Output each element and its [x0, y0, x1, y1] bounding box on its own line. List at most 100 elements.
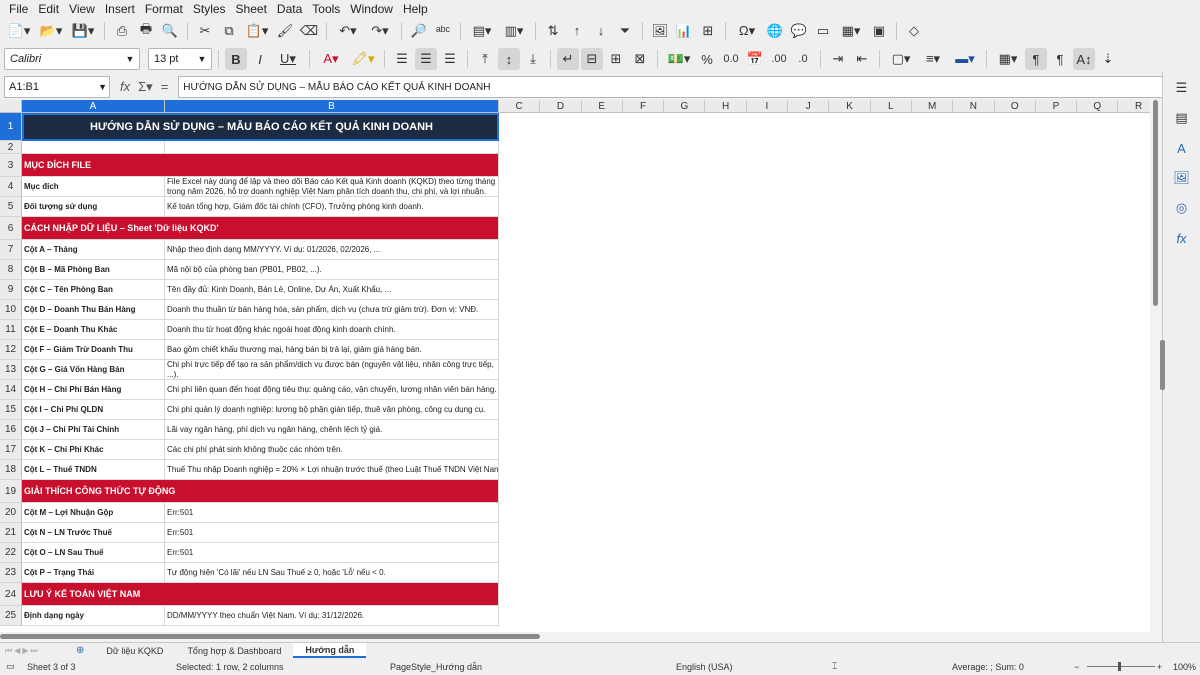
currency-format-icon[interactable]: 💵▾ — [664, 48, 694, 70]
cell-a[interactable]: Cột F – Giảm Trừ Doanh Thu — [22, 340, 165, 360]
cell-a[interactable]: Cột P – Trạng Thái — [22, 563, 165, 583]
align-vcenter-icon[interactable]: ↕ — [498, 48, 520, 70]
chevron-down-icon[interactable]: ▼ — [98, 82, 107, 92]
cell-a[interactable]: Mục đích — [22, 177, 165, 197]
column-header-a[interactable]: A — [22, 100, 165, 113]
cut-icon[interactable]: ✂ — [194, 20, 216, 42]
cell-b[interactable]: Chi phí liên quan đến hoạt động tiêu thụ… — [165, 380, 499, 400]
row-header[interactable]: 6 — [0, 217, 22, 240]
empty-cells[interactable] — [499, 440, 1149, 460]
empty-cells[interactable] — [499, 400, 1149, 420]
text-direction-icon[interactable]: A↕ — [1073, 48, 1095, 70]
zoom-in-icon[interactable]: + — [1157, 662, 1162, 672]
row-header[interactable]: 1 — [0, 113, 22, 141]
zoom-slider[interactable] — [1087, 666, 1155, 667]
align-center-icon[interactable]: ☰ — [415, 48, 437, 70]
right-to-left-icon[interactable]: ¶ — [1049, 48, 1071, 70]
zoom-slider-knob[interactable] — [1118, 662, 1121, 671]
section-header-cell[interactable]: GIẢI THÍCH CÔNG THỨC TỰ ĐỘNG — [22, 480, 499, 503]
cell-a[interactable]: Cột I – Chi Phí QLDN — [22, 400, 165, 420]
align-top-icon[interactable]: ⤒ — [474, 48, 496, 70]
empty-cells[interactable] — [499, 141, 1149, 154]
open-folder-icon[interactable]: 📂▾ — [36, 20, 66, 42]
cell-a[interactable]: Cột A – Tháng — [22, 240, 165, 260]
decrease-indent-icon[interactable]: ⇤ — [851, 48, 873, 70]
add-sheet-icon[interactable]: ⊕ — [66, 645, 94, 656]
formula-input[interactable]: HƯỚNG DẪN SỬ DỤNG – MẪU BÁO CÁO KẾT QUẢ … — [178, 76, 1182, 98]
cell-b[interactable]: Err:501 — [165, 523, 499, 543]
empty-cells[interactable] — [499, 360, 1149, 380]
row-header[interactable]: 20 — [0, 503, 22, 523]
empty-cells[interactable] — [499, 197, 1149, 217]
cell-b[interactable]: Các chi phí phát sinh không thuộc các nh… — [165, 440, 499, 460]
cell-b[interactable]: Chi phí trực tiếp để tạo ra sản phẩm/dịc… — [165, 360, 499, 380]
sum-info[interactable]: Average: ; Sum: 0 — [952, 662, 1024, 672]
new-document-icon[interactable]: 📄▾ — [4, 20, 34, 42]
spreadsheet-grid[interactable]: ABCDEFGHIJKLMNOPQR 1 HƯỚNG DẪN SỬ DỤNG – … — [0, 100, 1162, 643]
row-icon[interactable]: ▤▾ — [467, 20, 497, 42]
cell-b[interactable]: Tên đầy đủ: Kinh Doanh, Bán Lẻ, Online, … — [165, 280, 499, 300]
conditional-format-icon[interactable]: ▦▾ — [993, 48, 1023, 70]
cell-a[interactable]: Cột J – Chi Phí Tài Chính — [22, 420, 165, 440]
export-pdf-icon[interactable]: ⎙ — [111, 20, 133, 42]
navigator-icon[interactable]: ◎ — [1172, 198, 1192, 218]
cell-b[interactable]: Lãi vay ngân hàng, phí dịch vụ ngân hàng… — [165, 420, 499, 440]
name-box[interactable]: A1:B1 ▼ — [4, 76, 110, 98]
column-header-k[interactable]: K — [829, 100, 871, 113]
increase-indent-icon[interactable]: ⇥ — [827, 48, 849, 70]
bold-icon[interactable]: B — [225, 48, 247, 70]
column-header-f[interactable]: F — [622, 100, 665, 113]
empty-cells[interactable] — [499, 543, 1149, 563]
cell-b[interactable]: DD/MM/YYYY theo chuẩn Việt Nam. Ví dụ: 3… — [165, 606, 499, 626]
font-name-combo[interactable]: Calibri ▼ — [4, 48, 140, 70]
sheet-tab[interactable]: Dữ liệu KQKD — [94, 643, 175, 658]
column-header-c[interactable]: C — [499, 100, 541, 113]
hyperlink-icon[interactable]: 🌐 — [764, 20, 786, 42]
empty-cells[interactable] — [499, 113, 1149, 141]
cell-a[interactable] — [22, 141, 165, 154]
empty-cells[interactable] — [499, 460, 1149, 480]
column-header-b[interactable]: B — [165, 100, 499, 113]
unmerge-cells-icon[interactable]: ⊠ — [629, 48, 651, 70]
cell-b[interactable]: Thuế Thu nhập Doanh nghiệp = 20% × Lợi n… — [165, 460, 499, 480]
horizontal-scroll-thumb[interactable] — [0, 634, 540, 639]
row-header[interactable]: 17 — [0, 440, 22, 460]
cell-b[interactable]: Nhập theo định dạng MM/YYYY. Ví dụ: 01/2… — [165, 240, 499, 260]
undo-icon[interactable]: ↶▾ — [333, 20, 363, 42]
cell-a[interactable]: Cột H – Chi Phí Bán Hàng — [22, 380, 165, 400]
gallery-icon[interactable]: 🖼 — [1172, 168, 1192, 188]
formula-icon[interactable]: = — [161, 79, 169, 95]
row-header[interactable]: 3 — [0, 154, 22, 177]
merge-cells-icon[interactable]: ⊞ — [605, 48, 627, 70]
row-header[interactable]: 12 — [0, 340, 22, 360]
row-header[interactable]: 10 — [0, 300, 22, 320]
column-header-n[interactable]: N — [953, 100, 995, 113]
first-sheet-icon[interactable]: ⏮ — [5, 646, 12, 656]
cell-b[interactable]: Doanh thu thuần từ bán hàng hóa, sản phẩ… — [165, 300, 499, 320]
cell-b[interactable]: File Excel này dùng để lập và theo dõi B… — [165, 177, 499, 197]
empty-cells[interactable] — [499, 320, 1149, 340]
section-header-cell[interactable]: CÁCH NHẬP DỮ LIỆU – Sheet 'Dữ liệu KQKD' — [22, 217, 499, 240]
highlight-color-icon[interactable]: 🖍▾ — [348, 48, 378, 70]
column-header-j[interactable]: J — [788, 100, 830, 113]
empty-cells[interactable] — [499, 260, 1149, 280]
horizontal-scrollbar[interactable] — [0, 632, 1150, 642]
save-icon[interactable]: 💾▾ — [68, 20, 98, 42]
menu-edit[interactable]: Edit — [33, 2, 64, 16]
empty-cells[interactable] — [499, 606, 1149, 626]
border-style-icon[interactable]: ≡▾ — [918, 48, 948, 70]
print-icon[interactable]: 🖶 — [135, 20, 157, 42]
cell-a[interactable]: Đối tượng sử dụng — [22, 197, 165, 217]
styles-icon[interactable]: A — [1172, 138, 1192, 158]
empty-cells[interactable] — [499, 420, 1149, 440]
language[interactable]: English (USA) — [676, 662, 733, 672]
column-header-q[interactable]: Q — [1077, 100, 1119, 113]
chevron-down-icon[interactable]: ▼ — [193, 49, 211, 69]
copy-icon[interactable]: ⧉ — [218, 20, 240, 42]
freeze-rows-columns-icon[interactable]: ▣ — [868, 20, 890, 42]
add-decimal-icon[interactable]: .00 — [768, 48, 790, 70]
empty-cells[interactable] — [499, 340, 1149, 360]
cell-b[interactable]: Mã nội bộ của phòng ban (PB01, PB02, ...… — [165, 260, 499, 280]
column-header-p[interactable]: P — [1035, 100, 1078, 113]
row-header[interactable]: 23 — [0, 563, 22, 583]
